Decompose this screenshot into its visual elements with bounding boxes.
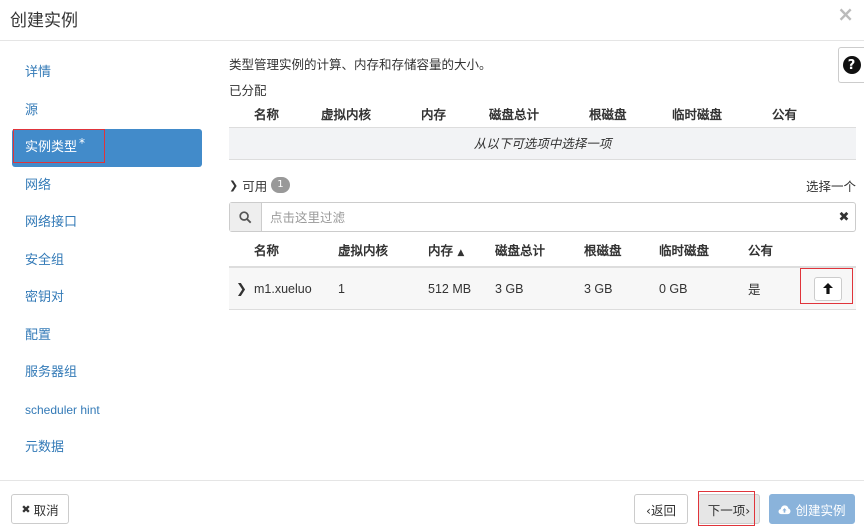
sidebar-item-label: 安全组 bbox=[25, 252, 65, 268]
column-header[interactable]: 虚拟内核 bbox=[338, 240, 428, 259]
filter-bar: ✖ bbox=[229, 202, 856, 232]
sidebar-item-metadata[interactable]: 元数据 bbox=[12, 429, 202, 467]
clear-filter-icon[interactable]: ✖ bbox=[833, 210, 855, 225]
sidebar-item-label: 配置 bbox=[25, 327, 52, 343]
back-button[interactable]: ‹返回 bbox=[634, 494, 688, 524]
available-toggle[interactable]: ❯ 可用 1 bbox=[229, 176, 290, 195]
available-table-header: 名称 虚拟内核 内存 ▲ 磁盘总计 根磁盘 临时磁盘 公有 bbox=[229, 232, 856, 268]
column-header: 内存 bbox=[421, 106, 447, 122]
flavor-root-disk: 3 GB bbox=[584, 281, 613, 296]
column-header: 磁盘总计 bbox=[489, 106, 540, 122]
sidebar-item-label: 网络接口 bbox=[25, 215, 78, 230]
close-icon: ✖ bbox=[21, 502, 31, 516]
available-title: 可用 bbox=[242, 178, 268, 194]
cloud-upload-icon bbox=[779, 504, 791, 514]
sidebar-item-key-pair[interactable]: 密钥对 bbox=[12, 279, 202, 317]
column-header: 名称 bbox=[254, 106, 280, 122]
sidebar-item-scheduler-hint[interactable]: scheduler hint bbox=[12, 392, 202, 430]
sidebar-item-security-groups[interactable]: 安全组 bbox=[12, 242, 202, 280]
column-header: 根磁盘 bbox=[589, 106, 627, 122]
wizard-sidebar: 详情 源 实例类型 * 网络 网络接口 安全组 密钥对 配置 服务器组 sched… bbox=[12, 54, 202, 467]
sidebar-item-label: 网络 bbox=[25, 177, 52, 193]
highlight-box bbox=[698, 491, 755, 526]
highlight-box bbox=[13, 129, 105, 163]
sidebar-item-label: 详情 bbox=[25, 65, 52, 80]
sortable-column-header[interactable]: 内存 ▲ bbox=[428, 240, 495, 259]
dialog-title: 创建实例 bbox=[10, 11, 78, 31]
column-header[interactable]: 根磁盘 bbox=[584, 240, 659, 259]
sidebar-item-label: scheduler hint bbox=[25, 402, 100, 417]
allocated-empty-message: 从以下可选项中选择一项 bbox=[229, 127, 856, 160]
table-row: ❯ m1.xueluo 1 512 MB 3 GB 3 GB 0 GB 是 bbox=[229, 268, 856, 310]
chevron-down-icon: ❯ bbox=[229, 178, 239, 192]
column-header[interactable]: 公有 bbox=[748, 240, 808, 259]
sort-up-icon: ▲ bbox=[457, 247, 465, 258]
column-header[interactable]: 临时磁盘 bbox=[659, 240, 748, 259]
column-header: 虚拟内核 bbox=[321, 106, 372, 122]
flavor-ephemeral-disk: 0 GB bbox=[659, 281, 688, 296]
footer-divider bbox=[0, 480, 864, 481]
flavor-vcpus: 1 bbox=[338, 281, 345, 296]
flavor-ram: 512 MB bbox=[428, 281, 472, 296]
flavor-public: 是 bbox=[748, 282, 761, 297]
close-icon[interactable]: × bbox=[837, 2, 854, 26]
sidebar-item-source[interactable]: 源 bbox=[12, 92, 202, 130]
sidebar-item-label: 元数据 bbox=[25, 440, 65, 455]
column-header[interactable]: 磁盘总计 bbox=[495, 240, 584, 259]
sidebar-item-label: 密钥对 bbox=[25, 290, 65, 305]
sidebar-item-configuration[interactable]: 配置 bbox=[12, 317, 202, 355]
sidebar-item-label: 服务器组 bbox=[25, 365, 78, 380]
filter-input[interactable] bbox=[262, 204, 833, 230]
available-header: ❯ 可用 1 选择一个 bbox=[229, 176, 856, 194]
column-header: 临时磁盘 bbox=[672, 106, 723, 122]
available-count-badge: 1 bbox=[271, 177, 290, 193]
column-header: 公有 bbox=[772, 106, 798, 122]
cancel-button[interactable]: ✖ 取消 bbox=[11, 494, 69, 524]
create-instance-button[interactable]: 创建实例 bbox=[769, 494, 855, 524]
sidebar-item-details[interactable]: 详情 bbox=[12, 54, 202, 92]
highlight-box bbox=[800, 268, 853, 304]
allocated-table-header: 名称 虚拟内核 内存 磁盘总计 根磁盘 临时磁盘 公有 bbox=[229, 99, 856, 127]
header-divider bbox=[0, 40, 864, 41]
allocated-title: 已分配 bbox=[229, 83, 267, 98]
step-description: 类型管理实例的计算、内存和存储容量的大小。 bbox=[229, 57, 492, 72]
select-hint: 选择一个 bbox=[805, 178, 856, 194]
sidebar-item-server-groups[interactable]: 服务器组 bbox=[12, 354, 202, 392]
flavor-step-content: 类型管理实例的计算、内存和存储容量的大小。 已分配 名称 虚拟内核 内存 磁盘总… bbox=[229, 54, 856, 310]
column-header[interactable]: 名称 bbox=[254, 240, 338, 259]
sidebar-item-network-ports[interactable]: 网络接口 bbox=[12, 204, 202, 242]
sidebar-item-networks[interactable]: 网络 bbox=[12, 167, 202, 205]
chevron-right-icon[interactable]: ❯ bbox=[236, 282, 247, 297]
flavor-name: m1.xueluo bbox=[254, 281, 312, 296]
flavor-total-disk: 3 GB bbox=[495, 281, 524, 296]
search-icon bbox=[230, 203, 262, 231]
sidebar-item-label: 源 bbox=[25, 102, 39, 118]
